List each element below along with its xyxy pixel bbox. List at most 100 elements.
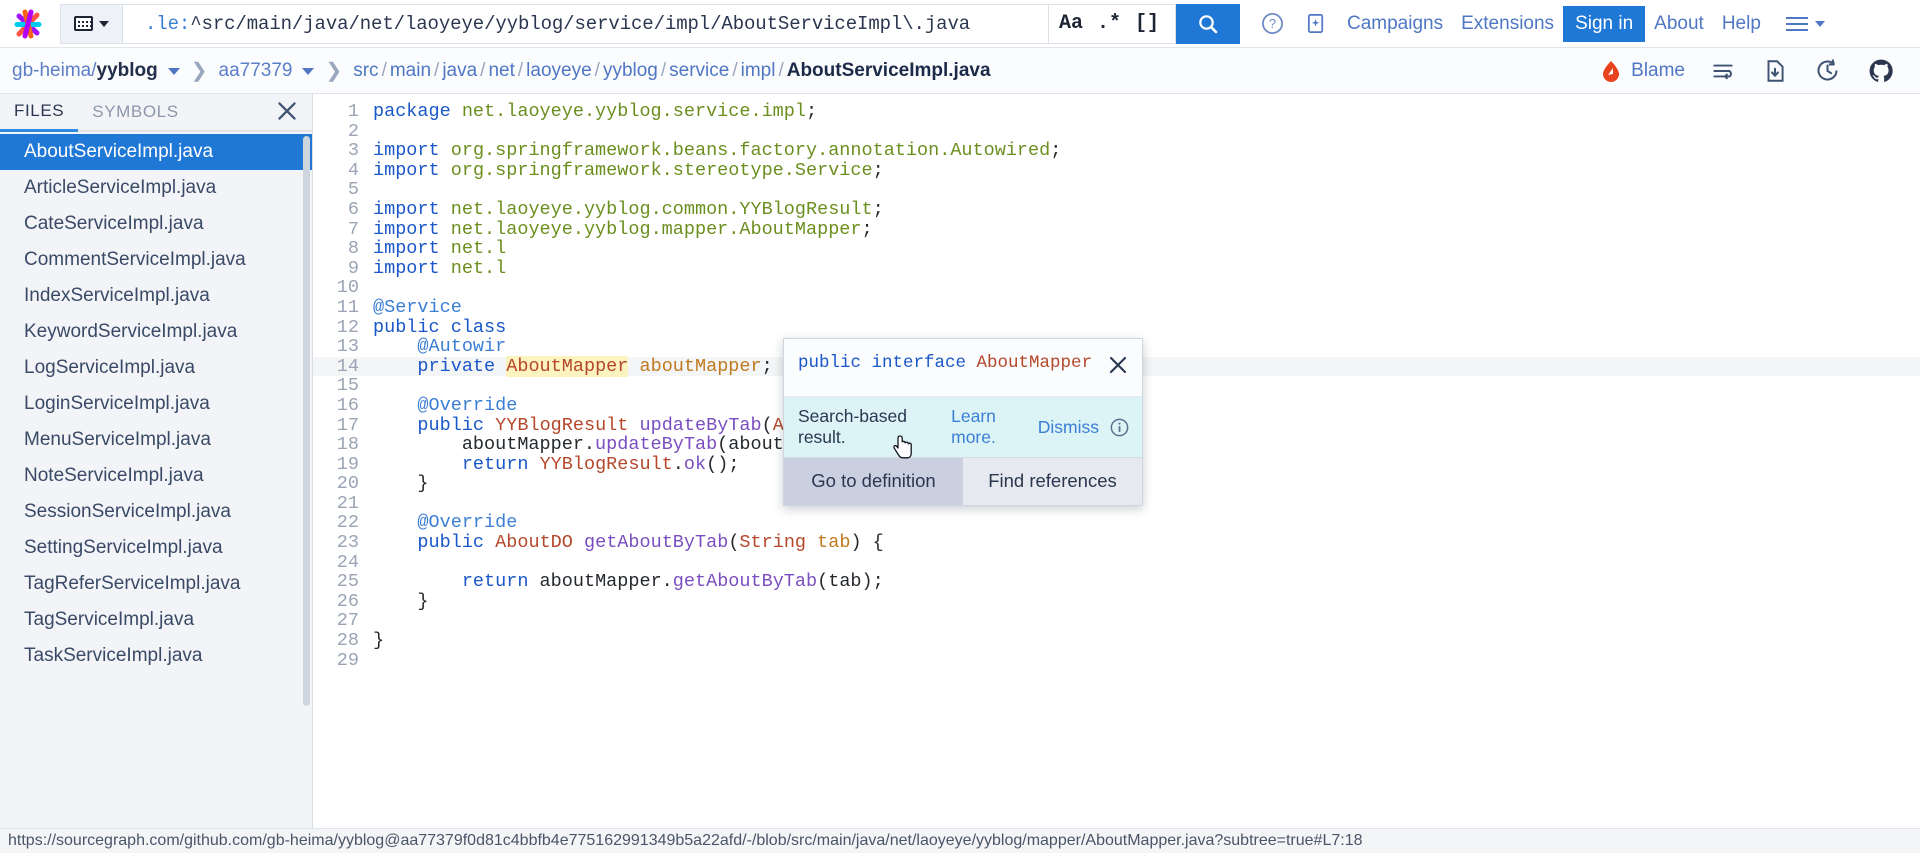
breadcrumb-repo[interactable]: gb-heima/yyblog xyxy=(12,60,158,82)
file-item-noteserviceimpl[interactable]: NoteServiceImpl.java xyxy=(0,458,312,494)
line-number[interactable]: 9 xyxy=(313,259,373,279)
regexp-toggle[interactable]: .* xyxy=(1097,13,1121,34)
code-line[interactable]: 24 xyxy=(313,553,1920,573)
file-item-taskserviceimpl[interactable]: TaskServiceImpl.java xyxy=(0,638,312,674)
line-number[interactable]: 18 xyxy=(313,435,373,455)
line-content[interactable]: @Autowir xyxy=(373,337,506,357)
code-line[interactable]: 6 import net.laoyeye.yyblog.common.YYBlog… xyxy=(313,200,1920,220)
nav-link-about[interactable]: About xyxy=(1645,13,1713,35)
file-item-loginserviceimpl[interactable]: LoginServiceImpl.java xyxy=(0,386,312,422)
line-content[interactable]: public class xyxy=(373,317,517,338)
path-segment-main[interactable]: main xyxy=(390,60,431,82)
file-item-settingserviceimpl[interactable]: SettingServiceImpl.java xyxy=(0,530,312,566)
code-line[interactable]: 26 } xyxy=(313,592,1920,612)
line-number[interactable]: 3 xyxy=(313,141,373,161)
nav-link-help[interactable]: Help xyxy=(1713,13,1770,35)
sourcegraph-logo-icon[interactable] xyxy=(0,0,56,48)
file-item-articleserviceimpl[interactable]: ArticleServiceImpl.java xyxy=(0,170,312,206)
line-content[interactable] xyxy=(373,611,384,631)
path-segment-yyblog[interactable]: yyblog xyxy=(603,60,658,82)
line-number[interactable]: 7 xyxy=(313,219,373,240)
download-file-button[interactable] xyxy=(1751,58,1799,84)
line-number[interactable]: 10 xyxy=(313,278,373,298)
line-number[interactable]: 4 xyxy=(313,161,373,181)
line-content[interactable]: return YYBlogResult.ok(); xyxy=(373,454,740,475)
line-number[interactable]: 16 xyxy=(313,396,373,416)
code-line[interactable]: 9 import net.l xyxy=(313,258,1920,279)
line-number[interactable]: 21 xyxy=(313,494,373,514)
search-context-button[interactable] xyxy=(60,3,122,44)
line-content[interactable] xyxy=(373,651,384,671)
line-number[interactable]: 26 xyxy=(313,592,373,612)
line-content[interactable]: @Override xyxy=(373,513,517,533)
line-content[interactable] xyxy=(373,122,384,142)
nav-link-campaigns[interactable]: Campaigns xyxy=(1338,13,1452,35)
breadcrumb-revision[interactable]: aa77379 xyxy=(219,60,293,82)
line-content[interactable]: import net.laoyeye.yyblog.mapper.AboutMa… xyxy=(373,219,873,240)
line-number[interactable]: 8 xyxy=(313,239,373,259)
file-item-keywordserviceimpl[interactable]: KeywordServiceImpl.java xyxy=(0,314,312,350)
learn-more-link[interactable]: Learn more. xyxy=(951,406,1038,448)
file-item-menuserviceimpl[interactable]: MenuServiceImpl.java xyxy=(0,422,312,458)
code-line[interactable]: 10 xyxy=(313,278,1920,298)
line-number[interactable]: 25 xyxy=(313,572,373,592)
search-button[interactable] xyxy=(1176,3,1240,44)
line-content[interactable]: package net.laoyeye.yyblog.service.impl; xyxy=(373,102,817,122)
code-line[interactable]: 7 import net.laoyeye.yyblog.mapper.AboutM… xyxy=(313,219,1920,240)
sidebar-scrollbar[interactable] xyxy=(303,136,310,706)
line-content[interactable]: } xyxy=(373,592,428,612)
line-number[interactable]: 12 xyxy=(313,317,373,338)
code-line[interactable]: 25 return aboutMapper.getAboutByTab(tab)… xyxy=(313,572,1920,592)
hamburger-menu-icon[interactable] xyxy=(1770,16,1839,31)
file-item-tagserviceimpl[interactable]: TagServiceImpl.java xyxy=(0,602,312,638)
code-line[interactable]: 1 package net.laoyeye.yyblog.service.impl… xyxy=(313,102,1920,122)
github-button[interactable] xyxy=(1856,57,1906,85)
line-content[interactable]: return aboutMapper.getAboutByTab(tab); xyxy=(373,572,884,592)
file-item-aboutserviceimpl[interactable]: AboutServiceImpl.java xyxy=(0,134,312,170)
file-item-tagreferserviceimpl[interactable]: TagReferServiceImpl.java xyxy=(0,566,312,602)
path-segment-java[interactable]: java xyxy=(442,60,477,82)
line-content[interactable] xyxy=(373,494,384,514)
line-content[interactable] xyxy=(373,180,384,200)
line-content[interactable]: @Override xyxy=(373,396,517,416)
popover-close-button[interactable] xyxy=(1104,353,1132,382)
path-segment-net[interactable]: net xyxy=(488,60,514,82)
file-item-indexserviceimpl[interactable]: IndexServiceImpl.java xyxy=(0,278,312,314)
line-number[interactable]: 14 xyxy=(313,357,373,377)
line-content[interactable] xyxy=(373,553,384,573)
line-content[interactable]: import org.springframework.stereotype.Se… xyxy=(373,160,884,181)
code-line[interactable]: 28} xyxy=(313,631,1920,651)
line-content[interactable] xyxy=(373,376,384,396)
line-number[interactable]: 20 xyxy=(313,474,373,494)
line-number[interactable]: 6 xyxy=(313,200,373,220)
line-content[interactable]: import net.l xyxy=(373,239,506,259)
wrap-lines-button[interactable] xyxy=(1699,58,1747,84)
file-history-button[interactable] xyxy=(1803,57,1852,84)
code-line[interactable]: 12 public class xyxy=(313,317,1920,338)
line-number[interactable]: 15 xyxy=(313,376,373,396)
tab-symbols[interactable]: SYMBOLS xyxy=(78,102,192,130)
line-number[interactable]: 19 xyxy=(313,455,373,475)
blame-button[interactable]: Blame xyxy=(1589,59,1695,83)
code-line[interactable]: 22 @Override xyxy=(313,513,1920,533)
line-content[interactable]: } xyxy=(373,474,428,494)
campaigns-icon[interactable] xyxy=(1295,12,1338,35)
code-line[interactable]: 23 public AboutDO getAboutByTab(String t… xyxy=(313,533,1920,553)
code-line[interactable]: 29 xyxy=(313,651,1920,671)
dismiss-button[interactable]: Dismiss xyxy=(1038,417,1099,438)
help-icon-button[interactable]: ? xyxy=(1250,11,1295,36)
line-number[interactable]: 11 xyxy=(313,298,373,318)
line-number[interactable]: 24 xyxy=(313,553,373,573)
line-number[interactable]: 22 xyxy=(313,513,373,533)
sign-in-button[interactable]: Sign in xyxy=(1563,5,1646,42)
line-number[interactable]: 23 xyxy=(313,533,373,553)
code-line[interactable]: 5 xyxy=(313,180,1920,200)
code-line[interactable]: 3 import org.springframework.beans.factor… xyxy=(313,141,1920,161)
chevron-down-icon[interactable] xyxy=(167,68,180,75)
chevron-down-icon[interactable] xyxy=(302,68,315,75)
search-input[interactable]: .le:^src/main/java/net/laoyeye/yyblog/se… xyxy=(122,3,1049,44)
file-item-cateserviceimpl[interactable]: CateServiceImpl.java xyxy=(0,206,312,242)
go-to-definition-button[interactable]: Go to definition xyxy=(784,458,963,505)
path-segment-laoyeye[interactable]: laoyeye xyxy=(526,60,592,82)
line-number[interactable]: 27 xyxy=(313,611,373,631)
